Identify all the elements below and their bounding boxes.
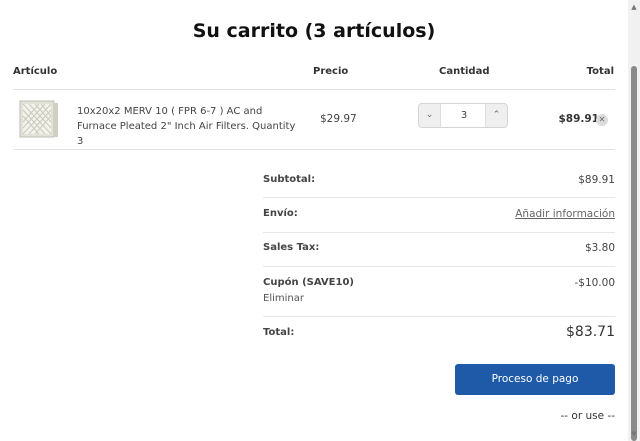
- shipping-label: Envío:: [263, 208, 298, 219]
- grand-total-value: $83.71: [566, 324, 615, 340]
- remove-item-button[interactable]: ✕: [596, 114, 608, 126]
- scroll-up-icon[interactable]: ▲: [628, 2, 640, 12]
- header-price: Precio: [313, 66, 349, 77]
- divider: [13, 89, 615, 90]
- or-use-text: -- or use --: [560, 410, 616, 422]
- coupon-value: -$10.00: [574, 277, 615, 289]
- product-name[interactable]: 10x20x2 MERV 10 ( FPR 6-7 ) AC and Furna…: [77, 104, 297, 149]
- scrollbar[interactable]: ▲ ▼: [628, 0, 640, 441]
- chevron-down-icon: ⌄: [425, 110, 434, 120]
- line-total: $89.91: [558, 113, 599, 125]
- close-icon: ✕: [598, 115, 606, 124]
- quantity-stepper: ⌄ ⌃: [418, 103, 508, 128]
- page-title: Su carrito (3 artículos): [192, 20, 436, 42]
- header-item: Artículo: [13, 66, 58, 77]
- table-header: Artículo Precio Cantidad Total: [0, 66, 628, 80]
- divider: [263, 266, 615, 267]
- checkout-button[interactable]: Proceso de pago: [455, 364, 615, 395]
- divider: [263, 316, 615, 317]
- scrollbar-thumb[interactable]: [631, 66, 637, 441]
- air-filter-image[interactable]: [18, 98, 60, 140]
- divider: [263, 232, 615, 233]
- subtotal-value: $89.91: [578, 174, 615, 186]
- increase-quantity-button[interactable]: ⌃: [485, 104, 507, 127]
- sales-tax-value: $3.80: [584, 242, 615, 254]
- remove-coupon-link[interactable]: Eliminar: [263, 293, 304, 304]
- unit-price: $29.97: [320, 113, 357, 125]
- quantity-input[interactable]: [442, 106, 486, 125]
- total-label: Total:: [263, 327, 295, 338]
- scroll-down-icon[interactable]: ▼: [628, 429, 640, 439]
- decrease-quantity-button[interactable]: ⌄: [419, 104, 441, 127]
- divider: [263, 197, 615, 198]
- chevron-up-icon: ⌃: [492, 110, 501, 120]
- divider: [13, 149, 615, 150]
- add-shipping-info-link[interactable]: Añadir información: [515, 208, 615, 220]
- subtotal-label: Subtotal:: [263, 174, 316, 185]
- header-total: Total: [586, 66, 614, 77]
- sales-tax-label: Sales Tax:: [263, 242, 320, 253]
- coupon-label: Cupón (SAVE10): [263, 277, 354, 288]
- header-quantity: Cantidad: [439, 66, 490, 77]
